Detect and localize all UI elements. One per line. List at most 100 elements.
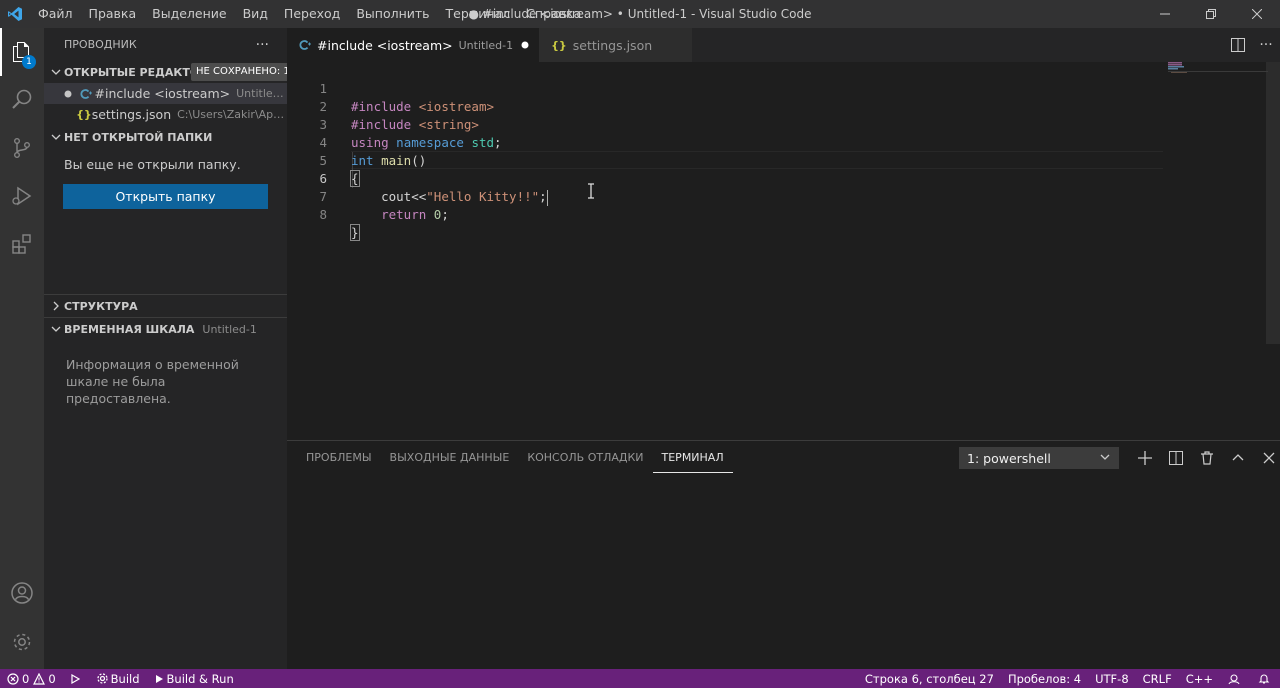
tab-terminal[interactable]: ТЕРМИНАЛ bbox=[652, 441, 733, 473]
timeline-title: ВРЕМЕННАЯ ШКАЛА bbox=[64, 322, 195, 336]
trash-icon bbox=[1200, 451, 1213, 465]
close-window-button[interactable] bbox=[1234, 0, 1280, 28]
menu-terminal[interactable]: Терминал bbox=[438, 0, 519, 28]
outline-section[interactable]: СТРУКТУРА bbox=[44, 295, 287, 317]
more-actions-icon: ··· bbox=[1259, 37, 1273, 53]
open-folder-button[interactable]: Открыть папку bbox=[63, 184, 268, 209]
menu-edit[interactable]: Правка bbox=[81, 0, 145, 28]
editor-actions: ··· bbox=[1224, 28, 1280, 62]
split-editor-icon bbox=[1231, 38, 1245, 52]
problems-status[interactable]: 0 0 bbox=[0, 669, 63, 688]
explorer-header: ПРОВОДНИК ··· bbox=[44, 28, 287, 61]
timeline-section[interactable]: ВРЕМЕННАЯ ШКАЛА Untitled-1 bbox=[44, 318, 287, 340]
outline-title: СТРУКТУРА bbox=[64, 299, 138, 313]
unsaved-badge: НЕ СОХРАНЕНО: 1 bbox=[191, 63, 295, 81]
error-icon bbox=[7, 672, 19, 685]
search-activity[interactable] bbox=[0, 76, 44, 124]
menu-run[interactable]: Выполнить bbox=[348, 0, 437, 28]
gear-icon bbox=[13, 633, 31, 651]
split-terminal-button[interactable] bbox=[1160, 447, 1191, 469]
code-line: 6 cout<<"Hello Kitty!!"; bbox=[287, 152, 1187, 206]
explorer-title: ПРОВОДНИК bbox=[64, 38, 137, 51]
panel-actions bbox=[1129, 447, 1280, 469]
language-mode[interactable]: C++ bbox=[1179, 669, 1220, 688]
new-terminal-button[interactable] bbox=[1129, 447, 1160, 469]
maximize-panel-button[interactable] bbox=[1222, 447, 1253, 469]
tab-problems[interactable]: ПРОБЛЕМЫ bbox=[297, 441, 381, 477]
tab-output[interactable]: ВЫХОДНЫЕ ДАННЫЕ bbox=[381, 441, 519, 477]
notifications-button[interactable] bbox=[1251, 669, 1280, 688]
tab-debug-console[interactable]: КОНСОЛЬ ОТЛАДКИ bbox=[518, 441, 652, 477]
vscode-logo-icon bbox=[0, 0, 30, 28]
chevron-right-icon bbox=[48, 301, 64, 311]
tab-label: #include <iostream> bbox=[317, 37, 453, 53]
terminal-select-value: 1: powershell bbox=[967, 450, 1051, 466]
dirty-dot-icon[interactable] bbox=[59, 90, 78, 98]
manage-activity[interactable] bbox=[0, 618, 44, 666]
gear-icon bbox=[97, 673, 108, 684]
close-panel-button[interactable] bbox=[1253, 447, 1280, 469]
code-editor[interactable]: 1 #include <iostream> 2 #include <string… bbox=[287, 62, 1280, 440]
end-of-line[interactable]: CRLF bbox=[1136, 669, 1179, 688]
chevron-down-icon bbox=[48, 132, 64, 142]
extensions-activity[interactable] bbox=[0, 220, 44, 268]
split-icon bbox=[1168, 451, 1183, 465]
open-editor-desc: Untitled-1 bbox=[236, 87, 287, 100]
open-editors-section[interactable]: ОТКРЫТЫЕ РЕДАКТО... НЕ СОХРАНЕНО: 1 bbox=[44, 61, 295, 83]
no-folder-section[interactable]: НЕТ ОТКРЫТОЙ ПАПКИ bbox=[44, 126, 287, 148]
source-control-activity[interactable] bbox=[0, 124, 44, 172]
feedback-icon bbox=[1228, 673, 1240, 684]
build-button[interactable]: Build bbox=[90, 669, 147, 688]
run-debug-activity[interactable] bbox=[0, 172, 44, 220]
restore-icon bbox=[1206, 9, 1216, 19]
cpp-file-icon bbox=[78, 88, 95, 100]
vertical-scrollbar[interactable] bbox=[1266, 62, 1280, 344]
explorer-sidebar: ПРОВОДНИК ··· ОТКРЫТЫЕ РЕДАКТО... НЕ СОХ… bbox=[44, 28, 295, 669]
open-editor-item[interactable]: {} settings.json C:\Users\Zakir\AppDa... bbox=[44, 104, 287, 125]
code-line: 8 } bbox=[287, 188, 1187, 241]
chevron-down-icon bbox=[1100, 454, 1110, 460]
timeline-info: Информация о временной шкале не была пре… bbox=[66, 357, 239, 406]
menu-bar: Файл Правка Выделение Вид Переход Выполн… bbox=[30, 0, 589, 28]
run-status-button[interactable] bbox=[63, 669, 90, 688]
tab-untitled-1[interactable]: #include <iostream> Untitled-1 bbox=[287, 28, 540, 62]
feedback-button[interactable] bbox=[1220, 669, 1251, 688]
explorer-badge: 1 bbox=[22, 55, 36, 69]
dirty-dot-icon[interactable] bbox=[521, 41, 529, 49]
close-icon bbox=[1263, 452, 1274, 464]
split-editor-button[interactable] bbox=[1224, 28, 1252, 62]
menu-selection[interactable]: Выделение bbox=[144, 0, 234, 28]
json-file-icon: {} bbox=[551, 38, 567, 52]
more-actions-icon[interactable]: ··· bbox=[256, 37, 269, 53]
bracket-match: } bbox=[350, 224, 360, 241]
minimap[interactable] bbox=[1168, 62, 1268, 74]
kill-terminal-button[interactable] bbox=[1191, 447, 1222, 469]
token: ; bbox=[441, 207, 449, 222]
code-line: 5 { bbox=[287, 134, 1187, 187]
indentation[interactable]: Пробелов: 4 bbox=[1001, 669, 1088, 688]
window-controls bbox=[1142, 0, 1280, 28]
open-editor-item[interactable]: #include <iostream> Untitled-1 bbox=[44, 83, 287, 104]
chevron-down-icon bbox=[48, 324, 64, 334]
open-editor-desc: C:\Users\Zakir\AppDa... bbox=[177, 108, 287, 121]
tab-settings-json[interactable]: {} settings.json bbox=[539, 28, 693, 62]
accounts-activity[interactable] bbox=[0, 569, 44, 617]
build-run-button[interactable]: Build & Run bbox=[147, 669, 241, 688]
menu-help[interactable]: Справка bbox=[518, 0, 589, 28]
restore-button[interactable] bbox=[1188, 0, 1234, 28]
menu-go[interactable]: Переход bbox=[276, 0, 348, 28]
ibeam-cursor-icon bbox=[588, 183, 594, 199]
line-content: return 0; bbox=[351, 206, 449, 224]
encoding[interactable]: UTF-8 bbox=[1088, 669, 1136, 688]
terminal-select[interactable]: 1: powershell bbox=[959, 447, 1119, 469]
bell-icon bbox=[1258, 674, 1270, 684]
menu-file[interactable]: Файл bbox=[30, 0, 81, 28]
minimize-button[interactable] bbox=[1142, 0, 1188, 28]
warning-count: 0 bbox=[48, 671, 56, 686]
menu-view[interactable]: Вид bbox=[235, 0, 276, 28]
json-file-icon: {} bbox=[76, 108, 92, 121]
more-actions-button[interactable]: ··· bbox=[1252, 28, 1280, 62]
explorer-activity[interactable]: 1 bbox=[0, 28, 44, 76]
cursor-position[interactable]: Строка 6, столбец 27 bbox=[858, 669, 1001, 688]
code-line: 7 return 0; bbox=[287, 170, 1187, 222]
